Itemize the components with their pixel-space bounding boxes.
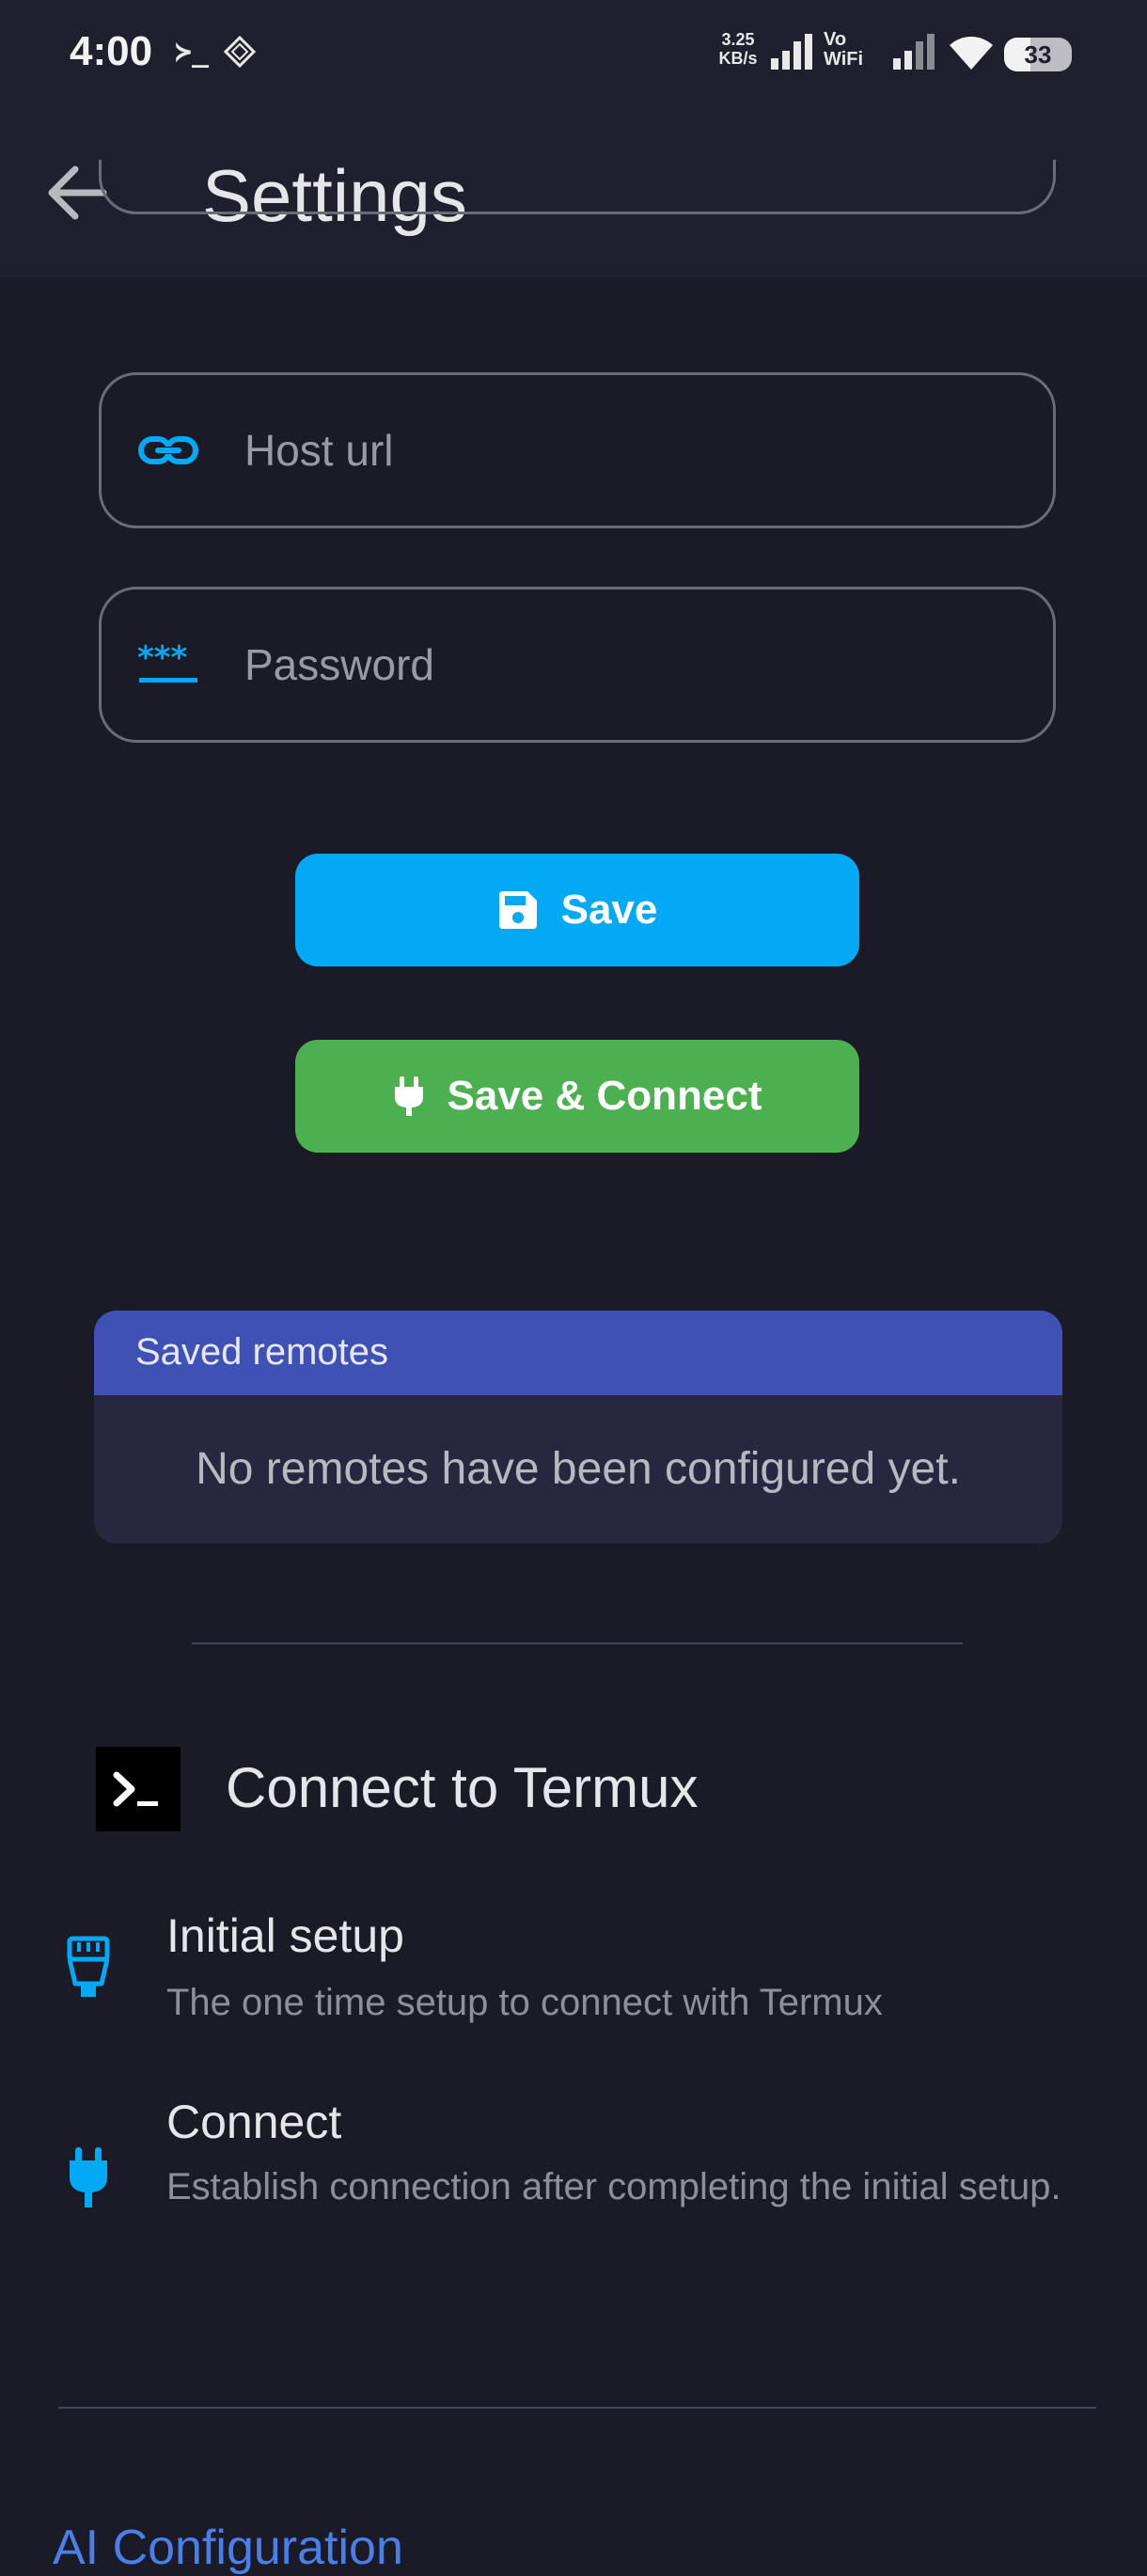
initial-setup-title: Initial setup (166, 1909, 404, 1962)
floppy-disk-icon (498, 891, 537, 929)
termux-section-title: Connect to Termux (226, 1756, 699, 1819)
network-speed-value: 3.25 (721, 30, 755, 49)
connect-title: Connect (166, 2096, 342, 2148)
ai-configuration-section-title: AI Configuration (53, 2521, 403, 2575)
saved-remotes-header: Saved remotes (94, 1311, 1062, 1395)
signal-strength-secondary-icon (893, 34, 935, 70)
connect-subtitle: Establish connection after completing th… (166, 2166, 1061, 2207)
password-icon: *** (137, 639, 197, 683)
host-url-input[interactable] (243, 409, 1017, 492)
section-divider (58, 2407, 1096, 2409)
initial-setup-item[interactable]: Initial setup The one time setup to conn… (0, 1908, 1147, 2059)
power-plug-icon (70, 2147, 107, 2207)
status-bar: 4:00 ≻_ 3.25 KB/s Vo WiFi 33 (0, 0, 1147, 113)
save-button-label: Save (560, 887, 658, 933)
battery-icon: 33 (1004, 38, 1072, 71)
saved-remotes-card: Saved remotes No remotes have been confi… (94, 1311, 1062, 1544)
vowifi-top: Vo (824, 29, 847, 50)
wifi-icon (950, 37, 993, 70)
app-notification-icon (224, 36, 256, 68)
termux-logo-icon (96, 1747, 181, 1831)
svg-text:***: *** (137, 639, 188, 677)
status-time: 4:00 (70, 28, 153, 74)
connect-item[interactable]: Connect Establish connection after compl… (0, 2095, 1147, 2283)
saved-remotes-empty-text: No remotes have been configured yet. (196, 1444, 961, 1494)
network-speed-unit: KB/s (718, 49, 758, 68)
host-url-field[interactable] (99, 372, 1056, 528)
vowifi-indicator: Vo WiFi (824, 30, 863, 70)
password-input[interactable] (243, 623, 1017, 706)
terminal-notification-icon: ≻_ (175, 36, 210, 69)
initial-setup-subtitle: The one time setup to connect with Termu… (166, 1982, 883, 2023)
section-divider (192, 1642, 963, 1644)
link-icon (138, 436, 198, 464)
saved-remotes-title: Saved remotes (135, 1331, 389, 1373)
network-speed: 3.25 KB/s (715, 30, 762, 68)
save-and-connect-button[interactable]: Save & Connect (295, 1040, 859, 1153)
power-plug-icon (394, 1076, 423, 1116)
password-field[interactable]: *** (99, 587, 1056, 743)
signal-strength-icon (771, 34, 812, 70)
vowifi-bottom: WiFi (824, 49, 864, 70)
save-and-connect-label: Save & Connect (447, 1073, 762, 1119)
ethernet-plug-icon (67, 1936, 110, 1997)
battery-level: 33 (1024, 40, 1052, 69)
save-button[interactable]: Save (295, 854, 859, 966)
